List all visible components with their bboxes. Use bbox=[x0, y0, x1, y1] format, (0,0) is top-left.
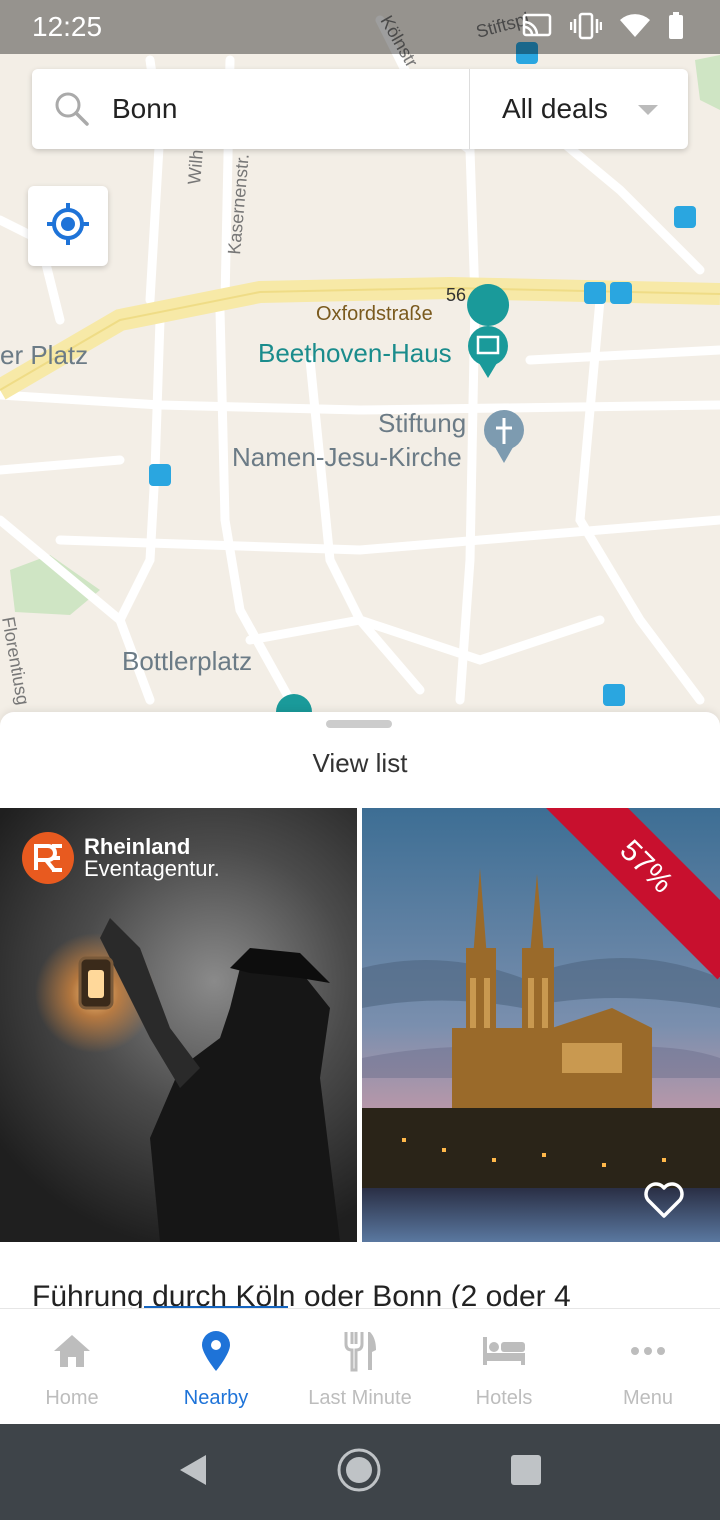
deal-image-right[interactable]: 57% bbox=[362, 808, 720, 1242]
nav-last-minute[interactable]: Last Minute bbox=[288, 1309, 432, 1424]
sheet-drag-handle[interactable] bbox=[326, 720, 392, 728]
brand-line1: Rheinland bbox=[84, 834, 191, 859]
cutlery-icon bbox=[343, 1329, 377, 1373]
location-pin-icon bbox=[200, 1329, 232, 1373]
nav-nearby[interactable]: Nearby bbox=[144, 1309, 288, 1424]
crosshair-icon bbox=[45, 201, 91, 252]
map-label-florentius: Florentiusg bbox=[0, 615, 33, 706]
cast-icon bbox=[522, 13, 552, 44]
home-icon bbox=[52, 1329, 92, 1373]
brand-line2: Eventagentur. bbox=[84, 856, 220, 881]
nav-home[interactable]: Home bbox=[0, 1309, 144, 1424]
battery-icon bbox=[668, 12, 684, 45]
recents-icon[interactable] bbox=[510, 1454, 542, 1491]
wifi-icon bbox=[620, 14, 650, 43]
chevron-down-icon bbox=[638, 105, 658, 115]
status-time: 12:25 bbox=[32, 11, 103, 42]
map-label-oxford: Oxfordstraße bbox=[316, 303, 433, 325]
favorite-heart-icon[interactable] bbox=[642, 1180, 686, 1220]
deals-filter-select[interactable]: All deals bbox=[470, 69, 688, 149]
search-icon[interactable] bbox=[32, 69, 112, 149]
more-dots-icon bbox=[630, 1329, 666, 1373]
map-label-wilhelm: Wilh bbox=[184, 149, 207, 186]
bottom-navigation: Home Nearby Last Minute Hotels Menu bbox=[0, 1308, 720, 1424]
nav-menu-label: Menu bbox=[622, 1387, 674, 1409]
map-label-route: 56 bbox=[446, 285, 466, 305]
brand-logo: Rheinland Eventagentur. bbox=[22, 832, 220, 884]
search-input[interactable]: Bonn bbox=[112, 93, 469, 125]
view-list-button[interactable]: View list bbox=[0, 748, 720, 779]
map-label-church-line2: Namen-Jesu-Kirche bbox=[232, 442, 462, 472]
home-circle-icon[interactable] bbox=[336, 1447, 382, 1498]
brand-logo-icon bbox=[22, 832, 74, 884]
map-label-platz: er Platz bbox=[0, 340, 88, 370]
church-pin-icon bbox=[484, 410, 524, 463]
nav-nearby-label: Nearby bbox=[183, 1387, 249, 1409]
my-location-button[interactable] bbox=[28, 186, 108, 266]
nav-menu[interactable]: Menu bbox=[576, 1309, 720, 1424]
nav-home-label: Home bbox=[45, 1387, 99, 1409]
map-label-beethoven: Beethoven-Haus bbox=[258, 338, 452, 368]
map-label-bottlerplatz: Bottlerplatz bbox=[122, 646, 252, 676]
system-navigation-bar bbox=[0, 1424, 720, 1520]
status-bar: 12:25 bbox=[0, 0, 720, 54]
bed-icon bbox=[481, 1329, 527, 1373]
deal-image-left[interactable]: Rheinland Eventagentur. bbox=[0, 808, 357, 1242]
nav-hotels-label: Hotels bbox=[475, 1387, 533, 1409]
deals-filter-value: All deals bbox=[502, 93, 608, 124]
vibrate-icon bbox=[569, 12, 603, 45]
search-bar: Bonn All deals bbox=[32, 69, 688, 149]
app-screen: Beethoven-Haus Stiftung Namen-Jesu-Kirch… bbox=[0, 0, 720, 1520]
bottom-sheet: View list Rheinland Eventagentur. 57% Fü… bbox=[0, 712, 720, 1312]
back-icon[interactable] bbox=[178, 1453, 208, 1492]
nav-hotels[interactable]: Hotels bbox=[432, 1309, 576, 1424]
nav-last-minute-label: Last Minute bbox=[308, 1387, 412, 1409]
map-label-church-line1: Stiftung bbox=[378, 408, 466, 438]
